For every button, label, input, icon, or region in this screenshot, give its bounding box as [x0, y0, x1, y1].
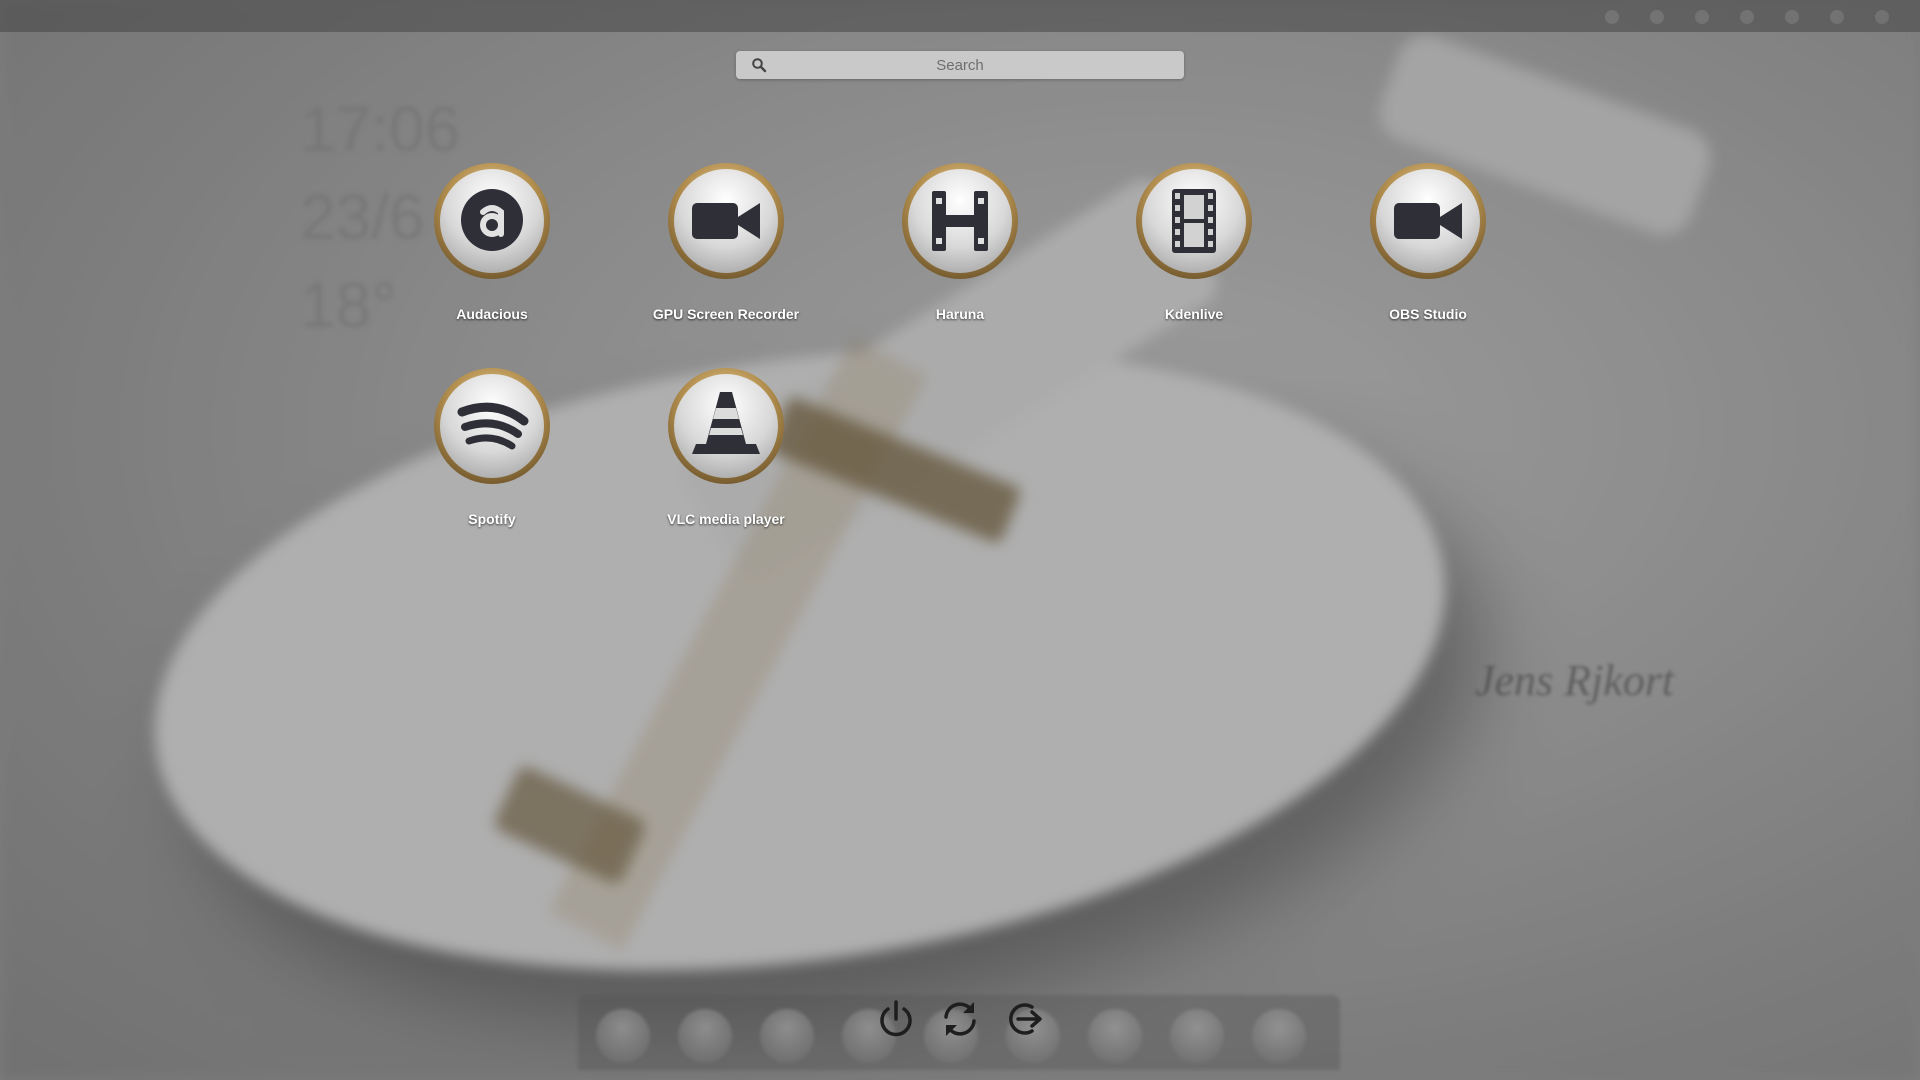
app-gpu-screen-recorder[interactable]: GPU Screen Recorder: [626, 161, 826, 322]
app-label: Audacious: [456, 306, 528, 322]
tray-icon[interactable]: [1605, 10, 1619, 24]
tray-icon[interactable]: [1695, 10, 1709, 24]
app-vlc-media-player[interactable]: VLC media player: [626, 366, 826, 527]
dock-item[interactable]: [678, 1009, 732, 1063]
dock-item[interactable]: [1170, 1009, 1224, 1063]
app-label: OBS Studio: [1389, 306, 1467, 322]
restart-icon[interactable]: [938, 997, 982, 1041]
dock-item[interactable]: [596, 1009, 650, 1063]
dock-item[interactable]: [1252, 1009, 1306, 1063]
desklet-time: 17:06: [300, 93, 461, 165]
tray-icon[interactable]: [1740, 10, 1754, 24]
tray-icon[interactable]: [1650, 10, 1664, 24]
tray-icon[interactable]: [1875, 10, 1889, 24]
spotify-icon: [434, 368, 550, 484]
app-label: VLC media player: [667, 511, 785, 527]
app-haruna[interactable]: Haruna: [860, 161, 1060, 322]
wallpaper-signature: Jens Rjkort: [1475, 655, 1674, 706]
tray-icon[interactable]: [1830, 10, 1844, 24]
app-label: Haruna: [935, 306, 985, 322]
vlc-cone-icon: [668, 368, 784, 484]
app-spotify[interactable]: Spotify: [392, 366, 592, 527]
dock-item[interactable]: [1088, 1009, 1142, 1063]
app-obs-studio[interactable]: OBS Studio: [1328, 161, 1528, 322]
app-kdenlive[interactable]: Kdenlive: [1094, 161, 1294, 322]
dock-item[interactable]: [760, 1009, 814, 1063]
power-icon[interactable]: [874, 997, 918, 1041]
search-input[interactable]: [736, 51, 1184, 79]
video-camera-icon: [668, 163, 784, 279]
app-label: Spotify: [468, 511, 516, 527]
film-strip-icon: [1136, 163, 1252, 279]
app-label: GPU Screen Recorder: [652, 306, 800, 322]
app-label: Kdenlive: [1164, 306, 1224, 322]
video-camera-icon: [1370, 163, 1486, 279]
tray-icon[interactable]: [1785, 10, 1799, 24]
app-audacious[interactable]: Audacious: [392, 161, 592, 322]
audacious-icon: [434, 163, 550, 279]
signature-text: Jens Rjkort: [1475, 656, 1675, 705]
logout-icon[interactable]: [1002, 997, 1046, 1041]
top-panel: [0, 0, 1920, 32]
search-bar[interactable]: [736, 51, 1184, 79]
haruna-icon: [902, 163, 1018, 279]
